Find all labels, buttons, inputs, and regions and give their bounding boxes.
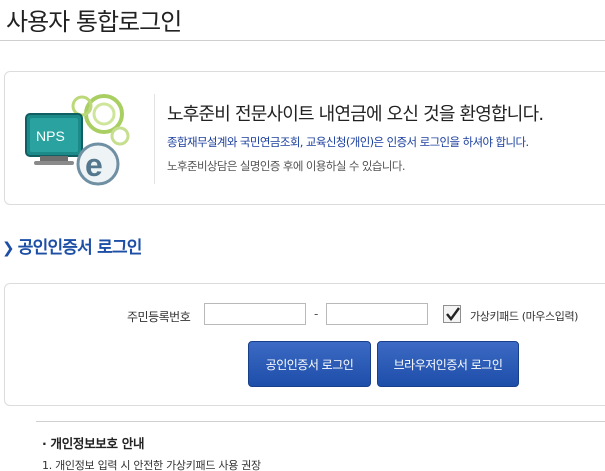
svg-text:e: e	[85, 147, 103, 183]
virtual-keypad-checkbox[interactable]	[443, 305, 461, 323]
nps-logo-text: NPS	[36, 128, 65, 144]
welcome-panel: NPS e 노후준비 전문사이트 내연금에 오신 것을 환영합니다. 종합재무설…	[4, 71, 605, 205]
rrn-back-input[interactable]	[326, 303, 428, 325]
title-divider	[0, 40, 605, 41]
privacy-divider	[36, 421, 605, 422]
welcome-heading: 노후준비 전문사이트 내연금에 오신 것을 환영합니다.	[167, 104, 544, 125]
welcome-divider	[154, 94, 155, 184]
cert-login-button[interactable]: 공인인증서 로그인	[248, 341, 371, 387]
login-panel: 주민등록번호 - 가상키패드 (마우스입력) 공인인증서 로그인 브라우저인증서…	[4, 283, 605, 406]
page-title: 사용자 통합로그인	[6, 8, 182, 36]
privacy-item: 1. 개인정보 입력 시 안전한 가상키패드 사용 권장	[42, 459, 261, 471]
cert-login-required-notice: 종합재무설계와 국민연금조회, 교육신청(개인)은 인증서 로그인을 하셔야 합…	[167, 135, 529, 149]
section-title-label: 공인인증서 로그인	[17, 238, 143, 258]
rrn-label: 주민등록번호	[127, 310, 191, 324]
section-title: ❯ 공인인증서 로그인	[2, 233, 142, 258]
nps-e-logo-icon: NPS e	[25, 94, 130, 186]
checkmark-icon	[446, 307, 460, 321]
rrn-front-input[interactable]	[204, 303, 306, 325]
chevron-right-icon: ❯	[2, 239, 15, 257]
consult-notice: 노후준비상담은 실명인증 후에 이용하실 수 있습니다.	[167, 159, 406, 173]
privacy-title: · 개인정보보호 안내	[42, 436, 145, 451]
browser-cert-login-button[interactable]: 브라우저인증서 로그인	[377, 341, 519, 387]
virtual-keypad-label: 가상키패드 (마우스입력)	[470, 310, 579, 323]
rrn-dash: -	[314, 307, 319, 321]
